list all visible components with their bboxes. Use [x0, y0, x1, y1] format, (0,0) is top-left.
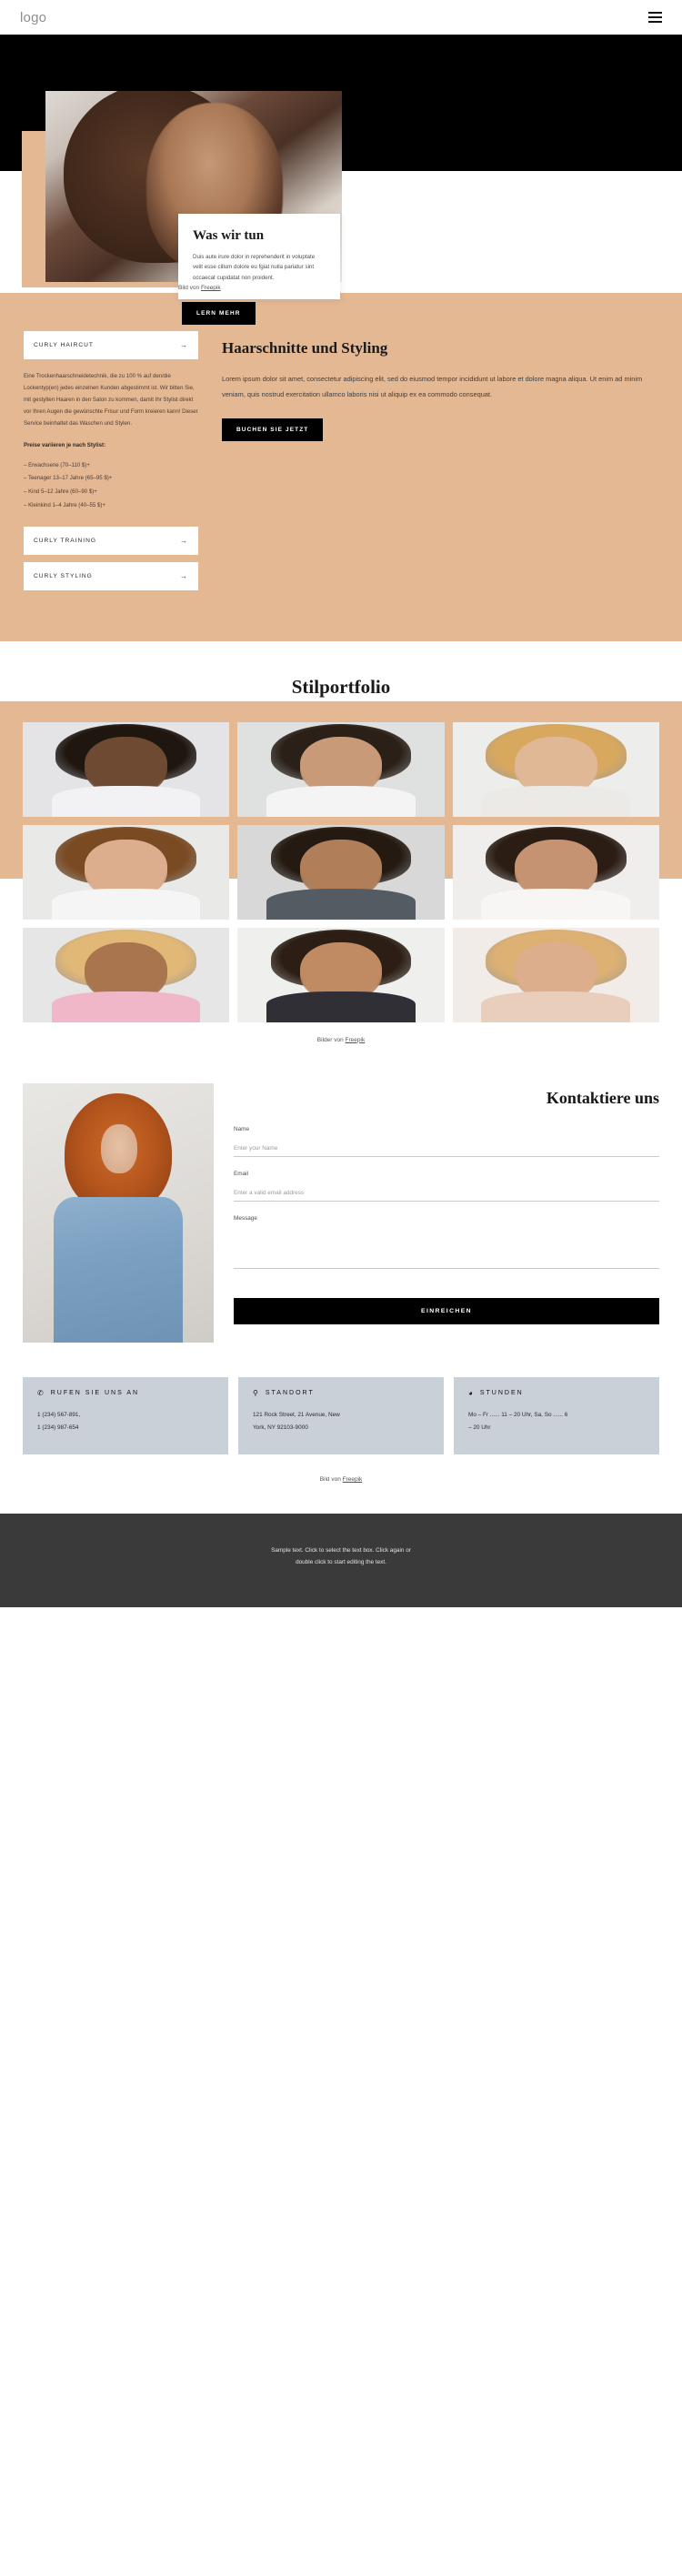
arrow-right-icon: → [180, 341, 188, 349]
hero-image-credit: Bild von Freepik [178, 285, 221, 291]
hamburger-menu-icon[interactable] [648, 9, 662, 25]
info-card: ⚲ STANDORT 121 Rock Street, 21 Avenue, New… [238, 1376, 444, 1454]
footer-line-1: Sample text. Click to select the text bo… [271, 1546, 411, 1554]
services-copy: Haarschnitte und Styling Lorem ipsum dol… [222, 331, 658, 601]
portfolio-photo-6[interactable] [452, 824, 659, 920]
info-card-line: 121 Rock Street, 21 Avenue, New [253, 1411, 340, 1418]
info-card-title-text: RUFEN SIE UNS AN [50, 1390, 140, 1397]
hero-card-text: Duis aute irure dolor in reprehenderit i… [193, 254, 316, 281]
info-cards: ✆ RUFEN SIE UNS AN 1 (234) 567-891, 1 (234)… [0, 1343, 682, 1454]
info-card-title: ✆ RUFEN SIE UNS AN [37, 1388, 214, 1397]
portfolio-photo-7[interactable] [23, 927, 230, 1022]
info-card-line: York, NY 92103-9000 [253, 1424, 308, 1431]
info-card-body: 1 (234) 567-891, 1 (234) 987-654 [37, 1409, 214, 1434]
portfolio-title: Stilportfolio [291, 675, 391, 698]
phone-icon: ✆ [37, 1388, 45, 1397]
accordion-item-curly-training[interactable]: CURLY TRAINING → [24, 526, 198, 555]
site-footer: Sample text. Click to select the text bo… [0, 1513, 682, 1607]
message-label: Message [234, 1214, 257, 1222]
name-field-group: Name [234, 1126, 659, 1157]
message-input[interactable] [234, 1226, 659, 1269]
portfolio-section: Stilportfolio Bilder von Freepik [0, 640, 682, 1043]
portfolio-photo-9[interactable] [452, 927, 659, 1022]
portfolio-credit-prefix: Bilder von [316, 1036, 346, 1043]
portfolio-photo-8[interactable] [237, 927, 445, 1022]
hero-credit-prefix: Bild von [178, 285, 201, 291]
portfolio-photo-5[interactable] [237, 824, 445, 920]
name-input[interactable] [234, 1142, 659, 1157]
accordion-item-curly-styling[interactable]: CURLY STYLING → [24, 561, 198, 590]
bottom-credit-prefix: Bild von [319, 1475, 343, 1483]
accordion-body-text: Eine Trockenhaarschneidetechnik, die zu … [24, 373, 198, 428]
info-card-body: Mo – Fr ...... 11 – 20 Uhr, Sa, So .....… [468, 1409, 645, 1434]
email-field-group: Email [234, 1171, 659, 1202]
portfolio-image-credit: Bilder von Freepik [0, 1022, 682, 1043]
price-line: – Erwachsene (70–110 $)+ [24, 461, 90, 468]
portfolio-photo-2[interactable] [237, 721, 445, 817]
info-card-body: 121 Rock Street, 21 Avenue, New York, NY … [253, 1409, 429, 1434]
name-label: Name [234, 1125, 250, 1132]
contact-photo [23, 1082, 214, 1343]
hero-section: Was wir tun Duis aute irure dolor in rep… [0, 35, 682, 325]
info-card-line: 1 (234) 567-891, [37, 1411, 81, 1418]
learn-more-button[interactable]: LERN MEHR [182, 302, 256, 325]
arrow-right-icon: → [180, 536, 188, 545]
bottom-credit-link[interactable]: Freepik [343, 1476, 363, 1483]
bottom-image-credit: Bild von Freepik [0, 1454, 682, 1514]
info-card-line: 1 (234) 987-654 [37, 1424, 79, 1431]
price-line: – Kind 5–12 Jahre (60–90 $)+ [24, 488, 97, 496]
info-card-title-text: STUNDEN [479, 1390, 524, 1397]
info-card-title-text: STANDORT [265, 1390, 315, 1397]
services-heading: Haarschnitte und Styling [222, 339, 388, 357]
contact-section: Kontaktiere uns Name Email Message EINRE… [0, 1043, 682, 1343]
site-logo[interactable]: logo [20, 10, 46, 25]
portfolio-photo-3[interactable] [452, 721, 659, 817]
price-heading: Preise variieren je nach Stylist: [24, 442, 106, 449]
contact-form: Kontaktiere uns Name Email Message EINRE… [234, 1083, 659, 1343]
email-input[interactable] [234, 1186, 659, 1202]
hero-credit-link[interactable]: Freepik [201, 285, 221, 291]
info-card-title: ◕ STUNDEN [468, 1388, 645, 1397]
site-header: logo [0, 0, 682, 35]
services-paragraph: Lorem ipsum dolor sit amet, consectetur … [222, 374, 643, 398]
price-line: – Kleinkind 1–4 Jahre (40–55 $)+ [24, 501, 105, 508]
info-card: ✆ RUFEN SIE UNS AN 1 (234) 567-891, 1 (234)… [23, 1376, 228, 1454]
location-pin-icon: ⚲ [253, 1388, 260, 1397]
footer-line-2: double click to start editing the text. [296, 1559, 386, 1566]
arrow-right-icon: → [180, 571, 188, 580]
services-section: CURLY HAIRCUT → Eine Trockenhaarschneide… [0, 293, 682, 641]
accordion-label: CURLY HAIRCUT [34, 342, 94, 348]
accordion-label: CURLY TRAINING [34, 537, 96, 544]
contact-heading: Kontaktiere uns [546, 1088, 659, 1107]
accordion-label: CURLY STYLING [34, 572, 93, 579]
submit-button[interactable]: EINREICHEN [234, 1297, 659, 1324]
info-card-title: ⚲ STANDORT [253, 1388, 429, 1397]
accordion-item-curly-haircut[interactable]: CURLY HAIRCUT → [24, 331, 198, 359]
clock-icon: ◕ [468, 1388, 475, 1397]
message-field-group: Message [234, 1215, 659, 1273]
portfolio-credit-link[interactable]: Freepik [346, 1037, 366, 1043]
book-now-button[interactable]: BUCHEN SIE JETZT [222, 418, 324, 442]
info-card-line: Mo – Fr ...... 11 – 20 Uhr, Sa, So .....… [468, 1411, 568, 1418]
price-line: – Teenager 13–17 Jahre (65–95 $)+ [24, 475, 113, 482]
email-label: Email [234, 1170, 248, 1177]
portfolio-grid [0, 721, 682, 1022]
services-accordion: CURLY HAIRCUT → Eine Trockenhaarschneide… [24, 331, 198, 601]
portfolio-photo-4[interactable] [23, 824, 230, 920]
hero-card-title: Was wir tun [193, 228, 265, 243]
info-card-line: – 20 Uhr [468, 1424, 491, 1431]
accordion-body: Eine Trockenhaarschneidetechnik, die zu … [24, 370, 198, 512]
portfolio-photo-1[interactable] [23, 721, 230, 817]
info-card: ◕ STUNDEN Mo – Fr ...... 11 – 20 Uhr, Sa, … [454, 1376, 659, 1454]
